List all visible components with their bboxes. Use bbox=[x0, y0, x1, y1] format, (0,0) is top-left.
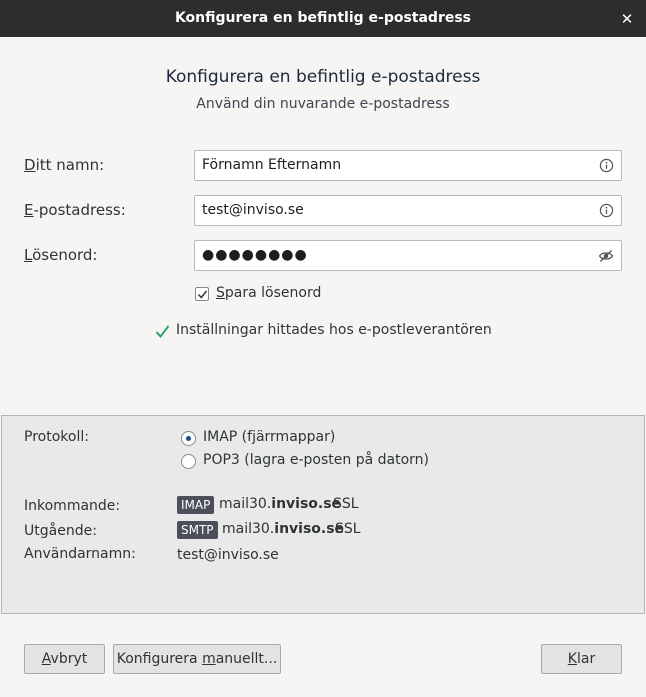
page-subtitle: Använd din nuvarande e-postadress bbox=[196, 96, 450, 112]
cancel-button[interactable]: Avbryt bbox=[24, 644, 105, 674]
imap-label[interactable]: IMAP (fjärrmappar) bbox=[203, 429, 335, 445]
username-label: Användarnamn: bbox=[24, 546, 136, 562]
name-value: Förnamn Efternamn bbox=[202, 157, 342, 173]
imap-radio[interactable] bbox=[181, 431, 196, 446]
window-titlebar: Konfigurera en befintlig e-postadress ✕ bbox=[0, 0, 646, 37]
password-label: Lösenord: bbox=[24, 246, 98, 264]
eye-hidden-icon[interactable] bbox=[598, 248, 614, 264]
incoming-protocol-badge: IMAP bbox=[177, 496, 215, 514]
checkmark-icon bbox=[197, 290, 208, 299]
done-button[interactable]: Klar bbox=[541, 644, 622, 674]
remember-password-label: Spara lösenord bbox=[216, 285, 322, 301]
remember-password-checkbox[interactable] bbox=[195, 287, 209, 301]
name-label: Ditt namn: bbox=[24, 156, 105, 174]
window-title: Konfigurera en befintlig e-postadress bbox=[174, 10, 472, 26]
outgoing-security: SSL bbox=[335, 521, 361, 537]
close-icon[interactable]: ✕ bbox=[616, 8, 638, 30]
page-title: Konfigurera en befintlig e-postadress bbox=[165, 67, 481, 87]
password-value: ●●●●●●●● bbox=[202, 247, 308, 263]
email-field[interactable]: test@inviso.se bbox=[194, 195, 622, 226]
outgoing-label: Utgående: bbox=[24, 523, 97, 539]
email-value: test@inviso.se bbox=[202, 202, 304, 218]
email-label: E-postadress: bbox=[24, 201, 126, 219]
pop3-label[interactable]: POP3 (lagra e-posten på datorn) bbox=[203, 452, 429, 468]
password-field[interactable]: ●●●●●●●● bbox=[194, 240, 622, 271]
check-icon bbox=[155, 325, 170, 338]
outgoing-protocol-badge: SMTP bbox=[177, 521, 218, 539]
protocol-label: Protokoll: bbox=[24, 429, 89, 445]
info-icon[interactable] bbox=[599, 158, 614, 173]
manual-config-button[interactable]: Konfigurera manuellt... bbox=[113, 644, 281, 674]
name-field[interactable]: Förnamn Efternamn bbox=[194, 150, 622, 181]
incoming-server: mail30.inviso.se bbox=[219, 496, 342, 512]
username-value: test@inviso.se bbox=[177, 547, 279, 563]
status-text: Inställningar hittades hos e-postleveran… bbox=[176, 322, 492, 338]
pop3-radio[interactable] bbox=[181, 454, 196, 469]
outgoing-server: mail30.inviso.se bbox=[222, 521, 345, 537]
incoming-label: Inkommande: bbox=[24, 498, 121, 514]
incoming-security: SSL bbox=[333, 496, 359, 512]
info-icon[interactable] bbox=[599, 203, 614, 218]
